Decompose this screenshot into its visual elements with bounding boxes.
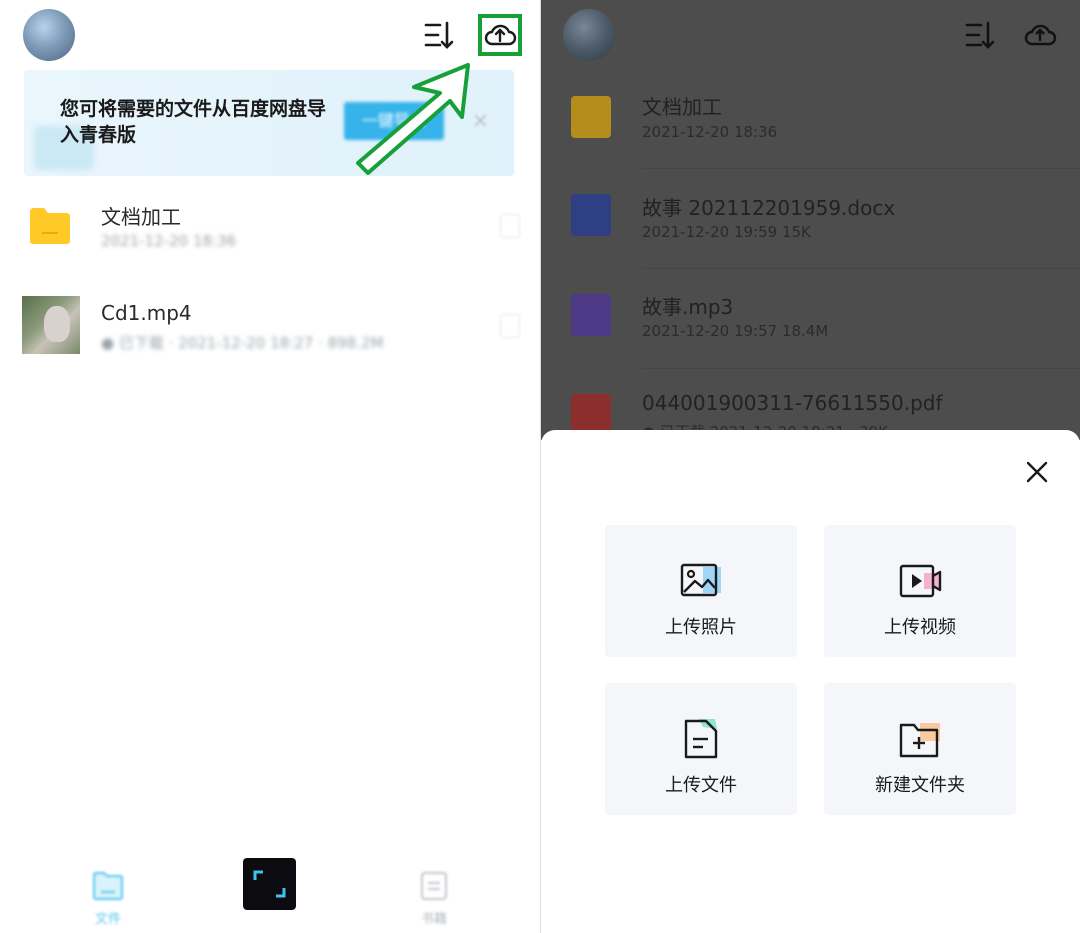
word-file-icon: [571, 194, 611, 236]
dimmed-file-list: 文档加工 2021-12-20 18:36 故事 202112201959.do…: [541, 0, 1080, 441]
close-icon[interactable]: [1023, 458, 1051, 486]
row-divider: [641, 268, 1080, 269]
file-name[interactable]: 文档加工: [101, 201, 181, 230]
left-screen: 您可将需要的文件从百度网盘导入青春版 一键导入 × 文档加工 2021-12-2…: [0, 0, 540, 933]
file-meta: ● 已下载 · 2021-12-20 18:27 · 898.2M: [101, 334, 384, 352]
tab-books-label: 书籍: [420, 912, 447, 927]
upload-video-button[interactable]: 上传视频: [824, 525, 1016, 657]
upload-file-button[interactable]: 上传文件: [605, 683, 797, 815]
file-name[interactable]: Cd1.mp4: [101, 301, 192, 325]
avatar: [563, 9, 615, 61]
image-icon: [680, 563, 721, 597]
avatar[interactable]: [23, 9, 75, 61]
folder-icon: [30, 208, 70, 244]
file-meta: 2021-12-20 18:36: [642, 123, 778, 141]
file-name: 故事.mp3: [642, 295, 734, 319]
file-name: 故事 202112201959.docx: [642, 196, 896, 220]
select-checkbox[interactable]: [500, 314, 520, 338]
banner-text: 您可将需要的文件从百度网盘导入青春版: [60, 98, 327, 146]
file-name: 文档加工: [642, 95, 722, 119]
file-meta: 2021-12-20 19:57 18.4M: [642, 322, 829, 340]
scan-button[interactable]: [243, 858, 296, 910]
tab-books[interactable]: 书籍: [408, 870, 460, 927]
file-meta: 2021-12-20 19:59 15K: [642, 223, 811, 241]
upload-photo-label: 上传照片: [665, 617, 737, 638]
audio-file-icon: [571, 294, 611, 336]
tab-files[interactable]: 文件: [82, 870, 134, 927]
tab-files-label: 文件: [94, 912, 121, 927]
upload-video-label: 上传视频: [884, 617, 956, 638]
upload-cloud-icon: [1024, 24, 1057, 46]
right-screen: 文档加工 2021-12-20 18:36 故事 202112201959.do…: [541, 0, 1080, 933]
document-icon: [684, 719, 718, 759]
upload-photo-button[interactable]: 上传照片: [605, 525, 797, 657]
upload-action-sheet: 上传照片 上传视频 上传文件 新建文件夹: [541, 430, 1080, 933]
scan-icon: [253, 870, 286, 898]
row-divider: [641, 168, 1080, 169]
files-tab-icon: [93, 872, 123, 900]
folder-icon: [571, 96, 611, 138]
new-folder-button[interactable]: 新建文件夹: [824, 683, 1016, 815]
file-name: 044001900311-76611550.pdf: [642, 391, 943, 415]
row-divider: [641, 368, 1080, 369]
books-tab-icon: [421, 872, 447, 900]
sort-icon[interactable]: [422, 18, 456, 52]
annotation-arrow-icon: [356, 63, 470, 175]
select-checkbox[interactable]: [500, 214, 520, 238]
new-folder-label: 新建文件夹: [875, 775, 965, 796]
file-meta: 2021-12-20 18:36: [101, 232, 237, 250]
video-thumbnail: [22, 296, 80, 354]
new-folder-icon: [899, 723, 940, 758]
upload-highlight-box: [478, 14, 522, 56]
video-icon: [899, 564, 942, 598]
upload-file-label: 上传文件: [665, 775, 737, 796]
sort-icon: [965, 21, 995, 49]
